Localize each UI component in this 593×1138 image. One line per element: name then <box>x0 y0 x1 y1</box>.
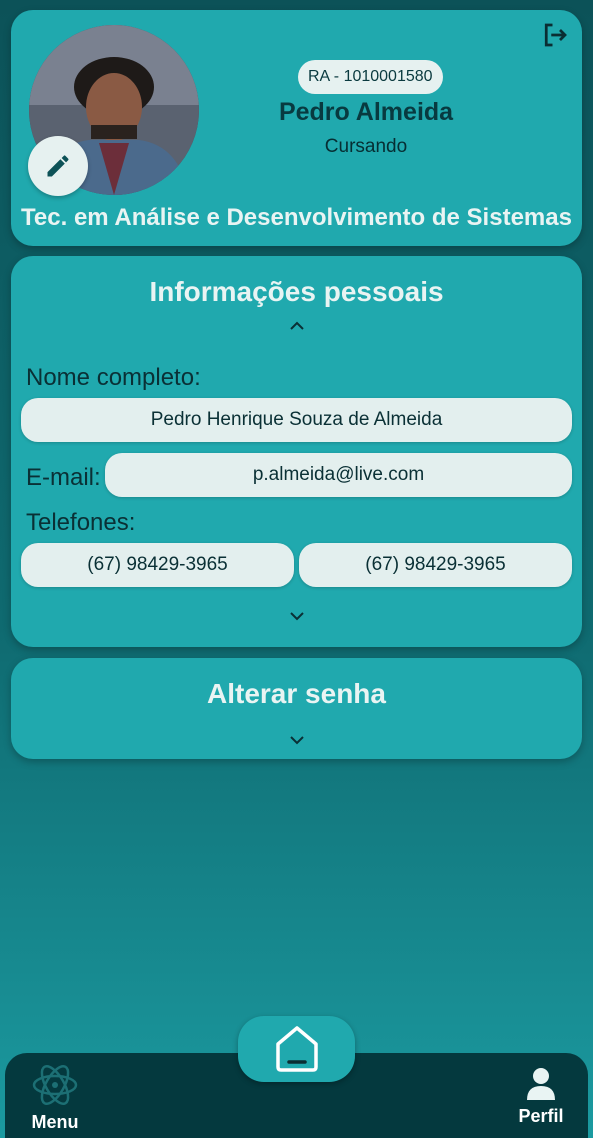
change-password-title[interactable]: Alterar senha <box>11 678 582 710</box>
student-name: Pedro Almeida <box>278 98 454 126</box>
atom-icon <box>32 1065 78 1105</box>
course-title: Tec. em Análise e Desenvolvimento de Sis… <box>21 204 572 231</box>
personal-info-title[interactable]: Informações pessoais <box>11 276 582 308</box>
nav-profile-label: Perfil <box>518 1106 564 1126</box>
chevron-down-icon[interactable] <box>288 734 306 746</box>
phones-label: Telefones: <box>26 509 136 536</box>
home-button[interactable] <box>238 1016 355 1082</box>
chevron-down-icon[interactable] <box>288 610 306 622</box>
student-status: Cursando <box>324 136 408 157</box>
app-screen: RA - 1010001580 Pedro Almeida Cursando T… <box>5 0 588 1138</box>
edit-photo-button[interactable] <box>28 136 88 196</box>
profile-card: RA - 1010001580 Pedro Almeida Cursando T… <box>11 10 582 246</box>
email-field[interactable]: p.almeida@live.com <box>105 453 572 497</box>
change-password-card[interactable]: Alterar senha <box>11 658 582 759</box>
logout-button[interactable] <box>540 20 570 50</box>
pencil-icon <box>47 155 69 177</box>
nav-profile-button[interactable]: Perfil <box>516 1067 566 1127</box>
chevron-up-icon[interactable] <box>288 320 306 332</box>
ra-badge: RA - 1010001580 <box>298 60 443 94</box>
email-label: E-mail: <box>26 464 101 491</box>
phone-field-2[interactable]: (67) 98429-3965 <box>299 543 572 587</box>
nav-menu-button[interactable]: Menu <box>29 1063 81 1133</box>
full-name-field[interactable]: Pedro Henrique Souza de Almeida <box>21 398 572 442</box>
phone-field-1[interactable]: (67) 98429-3965 <box>21 543 294 587</box>
personal-info-card: Informações pessoais Nome completo: Pedr… <box>11 256 582 647</box>
logout-icon <box>544 23 567 47</box>
full-name-label: Nome completo: <box>26 364 201 391</box>
nav-menu-label: Menu <box>31 1112 79 1132</box>
user-icon <box>527 1068 555 1100</box>
home-icon <box>275 1026 318 1072</box>
